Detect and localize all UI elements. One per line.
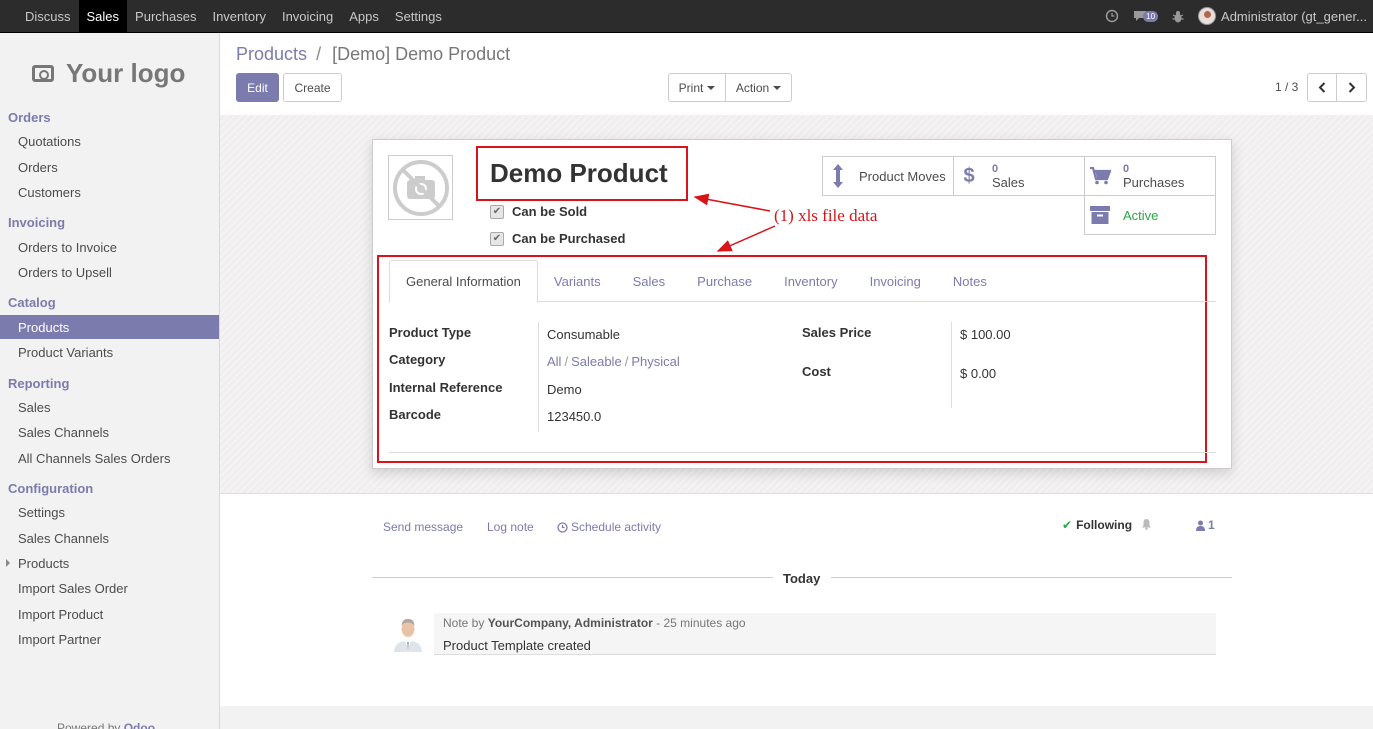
tab-purchase[interactable]: Purchase bbox=[681, 260, 768, 302]
category-separator: / bbox=[624, 354, 629, 369]
bell-icon[interactable] bbox=[1141, 518, 1152, 533]
bottom-strip bbox=[220, 706, 1373, 729]
product-type-label: Product Type bbox=[389, 325, 472, 340]
tab-notes[interactable]: Notes bbox=[937, 260, 1003, 302]
log-note-button[interactable]: Log note bbox=[487, 520, 534, 534]
tab-invoicing[interactable]: Invoicing bbox=[854, 260, 937, 302]
check-icon: ✔ bbox=[1062, 518, 1073, 532]
followers-button[interactable]: 1 bbox=[1196, 518, 1215, 532]
clock-icon bbox=[557, 521, 568, 533]
internal-reference-field[interactable]: Demo bbox=[547, 382, 582, 397]
category-label: Category bbox=[389, 352, 446, 367]
schedule-activity-label: Schedule activity bbox=[571, 520, 662, 534]
tab-inventory[interactable]: Inventory bbox=[768, 260, 853, 302]
tab-sales[interactable]: Sales bbox=[617, 260, 682, 302]
cost-field[interactable]: $ 0.00 bbox=[960, 366, 996, 381]
field-divider bbox=[951, 322, 952, 408]
category-field[interactable]: All / Saleable / Physical bbox=[547, 354, 680, 369]
annotation-label: (1) xls file data bbox=[774, 206, 878, 225]
message-prefix: Note by bbox=[443, 616, 485, 630]
message-author-avatar[interactable] bbox=[390, 614, 426, 652]
user-icon bbox=[1196, 520, 1205, 531]
form-separator bbox=[389, 452, 1216, 453]
internal-reference-label: Internal Reference bbox=[389, 380, 503, 395]
message-author[interactable]: YourCompany, Administrator bbox=[488, 616, 653, 630]
barcode-field[interactable]: 123450.0 bbox=[547, 409, 601, 424]
category-separator: / bbox=[564, 354, 569, 369]
cost-label: Cost bbox=[802, 364, 831, 379]
schedule-activity-button[interactable]: Schedule activity bbox=[557, 520, 661, 534]
tab-variants[interactable]: Variants bbox=[538, 260, 617, 302]
category-part: Saleable bbox=[571, 354, 622, 369]
notebook-tabs: General Information Variants Sales Purch… bbox=[389, 260, 1216, 303]
product-type-field[interactable]: Consumable bbox=[547, 327, 620, 342]
sales-price-field[interactable]: $ 100.00 bbox=[960, 327, 1011, 342]
date-divider-line bbox=[831, 577, 1232, 578]
followers-count: 1 bbox=[1208, 518, 1215, 532]
message-header: Note by YourCompany, Administrator - 25 … bbox=[443, 616, 746, 630]
field-divider bbox=[538, 322, 539, 432]
category-part: Physical bbox=[631, 354, 680, 369]
category-part: All bbox=[547, 354, 562, 369]
send-message-button[interactable]: Send message bbox=[383, 520, 463, 534]
message-body: Product Template created bbox=[443, 638, 591, 653]
tab-general-information[interactable]: General Information bbox=[389, 260, 538, 303]
barcode-label: Barcode bbox=[389, 407, 442, 422]
message-time: - 25 minutes ago bbox=[656, 616, 746, 630]
date-divider-line bbox=[372, 577, 773, 578]
following-label: Following bbox=[1076, 518, 1133, 532]
following-toggle[interactable]: ✔ Following bbox=[1062, 518, 1132, 532]
date-divider-today: Today bbox=[783, 571, 821, 586]
sales-price-label: Sales Price bbox=[802, 325, 872, 340]
